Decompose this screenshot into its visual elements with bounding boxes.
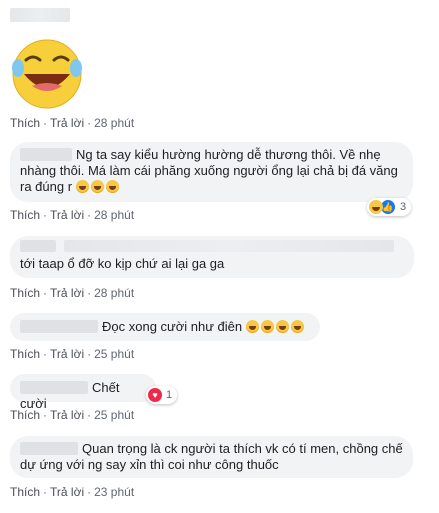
timestamp[interactable]: 28 phút <box>94 208 134 222</box>
laughing-sticker-icon <box>12 39 82 109</box>
like-link[interactable]: Thích <box>10 286 40 300</box>
love-reaction-icon: ♥ <box>148 388 162 402</box>
like-link[interactable]: Thích <box>10 116 40 130</box>
comment-actions: Thích · Trả lời · 28 phút <box>10 208 135 222</box>
comment-actions: Thích · Trả lời · 25 phút <box>10 347 135 361</box>
reaction-count: 3 <box>400 201 407 213</box>
commenter-name-blurred[interactable] <box>10 8 70 22</box>
comment-bubble: tới taap ổ đỡ ko kịp chứ ai lại ga ga <box>10 236 414 278</box>
comment-bubble: Quan trọng là ck người ta thích vk có tí… <box>10 436 413 478</box>
laughing-emoji-icon <box>290 320 304 333</box>
laughing-emoji-icon <box>75 180 89 193</box>
reply-link[interactable]: Trả lời <box>50 116 84 130</box>
timestamp[interactable]: 25 phút <box>94 347 134 361</box>
laughing-emoji-icon <box>90 180 104 193</box>
commenter-name-blurred[interactable] <box>20 148 72 161</box>
comment-text: tới taap ổ đỡ ko kịp chứ ai lại ga ga <box>20 256 225 271</box>
comment-actions: Thích · Trả lời · 23 phút <box>10 485 135 499</box>
like-link[interactable]: Thích <box>10 408 40 422</box>
reaction-summary[interactable]: ♥ 1 <box>146 386 178 404</box>
reaction-summary[interactable]: 👍 3 <box>367 198 412 216</box>
laugh-reaction-icon <box>369 200 383 214</box>
timestamp[interactable]: 23 phút <box>94 485 134 499</box>
comment-actions: Thích · Trả lời · 28 phút <box>10 116 135 130</box>
reply-link[interactable]: Trả lời <box>50 208 84 222</box>
timestamp[interactable]: 28 phút <box>94 116 134 130</box>
reaction-count: 1 <box>166 389 173 401</box>
like-link[interactable]: Thích <box>10 208 40 222</box>
comment-bubble: Ng ta say kiểu hường hường dễ thương thô… <box>10 142 413 202</box>
commenter-name-blurred[interactable] <box>20 320 98 333</box>
commenter-name-blurred[interactable] <box>20 442 78 455</box>
timestamp[interactable]: 25 phút <box>94 408 134 422</box>
reply-link[interactable]: Trả lời <box>50 347 84 361</box>
comment-bubble: Chết cười <box>10 374 156 411</box>
reply-link[interactable]: Trả lời <box>50 286 84 300</box>
laughing-emoji-icon <box>260 320 274 333</box>
comment-text: Đọc xong cười như điên <box>102 319 243 334</box>
reply-link[interactable]: Trả lời <box>50 408 84 422</box>
laughing-emoji-icon <box>275 320 289 333</box>
reply-link[interactable]: Trả lời <box>50 485 84 499</box>
comment-bubble: Đọc xong cười như điên <box>10 313 320 341</box>
laughing-emoji-icon <box>105 180 119 193</box>
comment-actions: Thích · Trả lời · 28 phút <box>10 286 135 300</box>
comment-text-blurred-line <box>20 240 404 256</box>
laughing-emoji-icon <box>245 320 259 333</box>
comment-actions: Thích · Trả lời · 25 phút <box>10 408 135 422</box>
commenter-name-blurred[interactable] <box>20 381 88 394</box>
like-link[interactable]: Thích <box>10 347 40 361</box>
timestamp[interactable]: 28 phút <box>94 286 134 300</box>
like-link[interactable]: Thích <box>10 485 40 499</box>
